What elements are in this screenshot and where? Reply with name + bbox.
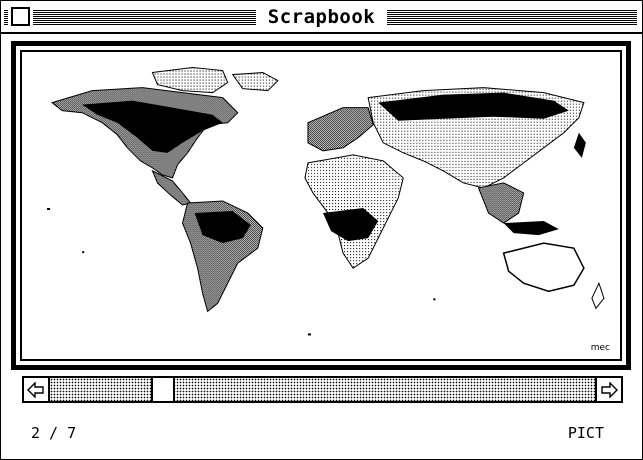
island-dot (433, 298, 436, 301)
scrapbook-window: Scrapbook mec 2 / 7 PICT (0, 0, 643, 460)
scroll-right-button[interactable] (597, 378, 621, 401)
window-title: Scrapbook (256, 5, 387, 29)
image-credit: mec (590, 343, 610, 353)
left-arrow-icon (27, 381, 44, 398)
title-bar[interactable]: Scrapbook (1, 1, 642, 34)
island-indonesia (503, 221, 559, 236)
scroll-thumb[interactable] (151, 378, 175, 401)
continent-greenland (151, 67, 229, 94)
picture-area[interactable]: mec (20, 50, 622, 361)
right-arrow-icon (601, 381, 618, 398)
island-dot (47, 208, 51, 211)
title-bar-stripes-right (387, 10, 637, 25)
continent-australia (502, 242, 585, 293)
title-bar-stripes-left (4, 10, 256, 25)
content-type-label: PICT (567, 424, 604, 442)
island-dot (307, 333, 311, 336)
island-japan (573, 132, 586, 158)
scroll-track[interactable] (48, 378, 597, 401)
close-box-icon[interactable] (8, 4, 33, 29)
arctic-islands (231, 72, 279, 92)
southeast-asia (477, 182, 525, 224)
scroll-left-button[interactable] (24, 378, 48, 401)
page-counter: 2 / 7 (31, 424, 77, 442)
island-dot (82, 251, 85, 254)
picture-frame: mec (11, 41, 631, 370)
horizontal-scrollbar[interactable] (22, 376, 623, 403)
island-new-zealand (591, 281, 605, 310)
world-map-image (47, 67, 605, 336)
continent-europe (307, 107, 374, 152)
